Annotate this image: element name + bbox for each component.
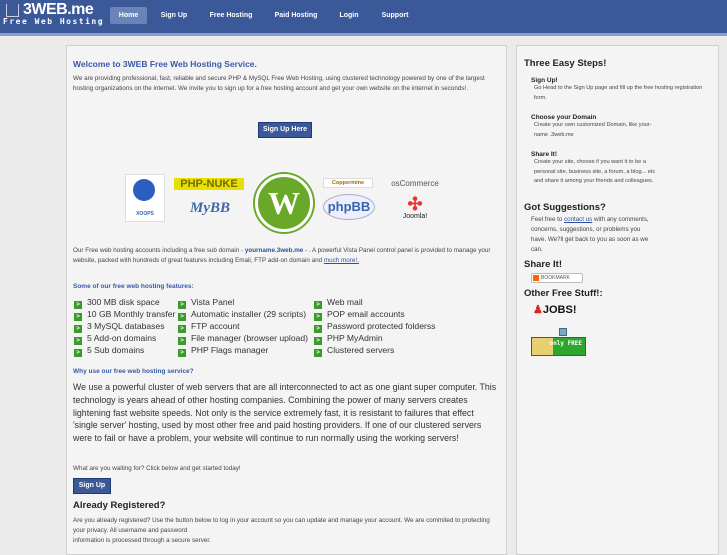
intro-text: We are providing professional, fast, rel… bbox=[73, 75, 485, 92]
step-text: Create your own customized Domain, like … bbox=[534, 122, 652, 138]
feature-item: >3 MySQL databases bbox=[74, 320, 165, 333]
feature-label: 5 Add-on domains bbox=[87, 333, 157, 343]
step-title: Share It! bbox=[531, 151, 558, 158]
logo-phpbb: phpBB bbox=[323, 194, 375, 220]
xoops-icon bbox=[133, 179, 155, 201]
waiting-text: What are you waiting for? Click below an… bbox=[73, 465, 241, 472]
feature-item: >5 Add-on domains bbox=[74, 332, 157, 345]
bookmark-button[interactable]: BOOKMARK bbox=[531, 273, 583, 283]
nav-support[interactable]: Support bbox=[375, 7, 415, 24]
nav-login[interactable]: Login bbox=[333, 7, 365, 24]
only-free-banner[interactable]: only FREE bbox=[531, 337, 586, 356]
logo-coppermine: Coppermine bbox=[323, 178, 373, 188]
feature-label: PHP MyAdmin bbox=[327, 333, 383, 343]
why-heading: Why use our free web hosting service? bbox=[73, 368, 194, 375]
feature-label: Vista Panel bbox=[191, 297, 235, 307]
arrow-bullet-icon: > bbox=[178, 349, 186, 357]
already-text-1: Are you already registered? Use the butt… bbox=[73, 517, 490, 534]
feature-item: >5 Sub domains bbox=[74, 344, 145, 357]
feature-item: > Web mail bbox=[314, 296, 363, 309]
feature-label: 3 MySQL databases bbox=[87, 321, 165, 331]
feature-item: > File manager (browser upload) bbox=[178, 332, 309, 345]
feature-item: > POP email accounts bbox=[314, 308, 405, 321]
other-heading: Other Free Stuff!: bbox=[524, 288, 603, 299]
logo-wordpress: W bbox=[255, 174, 313, 232]
why-text: We use a powerful cluster of web servers… bbox=[73, 382, 497, 444]
feature-label: Password protected folderss bbox=[327, 321, 436, 331]
step-title: Choose your Domain bbox=[531, 114, 597, 121]
sign-up-button[interactable]: Sign Up bbox=[73, 478, 111, 494]
site-logo[interactable]: 3WEB.me Free Web Hosting bbox=[3, 1, 104, 26]
feature-label: POP email accounts bbox=[327, 309, 405, 319]
feature-item: >300 MB disk space bbox=[74, 296, 160, 309]
step-1: Sign Up! Go Head to the Sign Up page and… bbox=[531, 77, 716, 103]
feature-label: 10 GB Monthly transfer bbox=[87, 309, 176, 319]
main-content: Welcome to 3WEB Free Web Hosting Service… bbox=[66, 45, 507, 555]
step-title: Sign Up! bbox=[531, 77, 558, 84]
feature-item: > PHP Flags manager bbox=[178, 344, 269, 357]
nav-home[interactable]: Home bbox=[110, 7, 147, 24]
step-2: Choose your Domain Create your own custo… bbox=[531, 114, 661, 140]
suggestions-text: Feel free to contact us with any comment… bbox=[531, 215, 649, 255]
logo-title: 3WEB.me bbox=[3, 1, 104, 19]
nav-paid-hosting[interactable]: Paid Hosting bbox=[270, 7, 322, 24]
step-text: Go Head to the Sign Up page and fill up … bbox=[534, 85, 703, 101]
bookmark-icon bbox=[533, 275, 539, 281]
already-registered-text: Are you already registered? Use the butt… bbox=[73, 516, 498, 546]
feature-item: > Clustered servers bbox=[314, 344, 395, 357]
logo-phpnuke: PHP-NUKE bbox=[174, 178, 244, 190]
much-more-link[interactable]: much more!. bbox=[324, 257, 359, 264]
suggestions-heading: Got Suggestions? bbox=[524, 202, 606, 213]
feature-label: 5 Sub domains bbox=[87, 345, 145, 355]
feature-item: > Password protected folderss bbox=[314, 320, 436, 333]
joomla-icon: ✣ bbox=[407, 194, 423, 214]
feature-label: 300 MB disk space bbox=[87, 297, 160, 307]
logo-oscommerce: osCommerce bbox=[391, 179, 439, 188]
features-heading: Some of our free web hosting features: bbox=[73, 283, 194, 290]
sugg-text-1: Feel free to bbox=[531, 216, 565, 223]
feature-label: Clustered servers bbox=[327, 345, 395, 355]
step-text: Create your site, choose if you want it … bbox=[534, 159, 656, 184]
logo-joomla: Joomla! bbox=[402, 213, 428, 220]
feature-item: >10 GB Monthly transfer bbox=[74, 308, 176, 321]
jobs-person-icon: ♟ bbox=[533, 304, 543, 316]
nav-free-hosting[interactable]: Free Hosting bbox=[204, 7, 258, 24]
feature-item: > Automatic installer (29 scripts) bbox=[178, 308, 307, 321]
jobs-label: JOBS! bbox=[542, 304, 577, 316]
logo-mybb: MyBB bbox=[189, 200, 230, 216]
feature-item: > FTP account bbox=[178, 320, 240, 333]
arrow-bullet-icon: > bbox=[314, 349, 322, 357]
subdomain-text: Our Free web hosting accounts including … bbox=[73, 246, 498, 266]
share-heading: Share It! bbox=[524, 259, 563, 270]
feature-label: PHP Flags manager bbox=[191, 345, 269, 355]
feature-item: > Vista Panel bbox=[178, 296, 235, 309]
already-registered-heading: Already Registered? bbox=[73, 500, 166, 511]
arrow-bullet-icon: > bbox=[74, 349, 82, 357]
nav-sign-up[interactable]: Sign Up bbox=[155, 7, 193, 24]
welcome-title: Welcome to 3WEB Free Web Hosting Service… bbox=[73, 59, 257, 69]
sign-up-here-button[interactable]: Sign Up Here bbox=[258, 122, 312, 138]
jobs-banner[interactable]: ♟JOBS! bbox=[533, 303, 577, 316]
feature-label: Web mail bbox=[327, 297, 363, 307]
feature-label: File manager (browser upload) bbox=[191, 333, 309, 343]
small-image-icon bbox=[559, 328, 567, 336]
already-text-2: information is processed through a secur… bbox=[73, 537, 211, 544]
contact-us-link[interactable]: contact us bbox=[564, 216, 592, 223]
feature-item: > PHP MyAdmin bbox=[314, 332, 383, 345]
subdomain-example: yourname.3web.me bbox=[244, 247, 304, 254]
header-divider bbox=[0, 33, 727, 36]
feature-label: Automatic installer (29 scripts) bbox=[191, 309, 307, 319]
subdomain-text-1: Our Free web hosting accounts including … bbox=[73, 247, 245, 254]
bookmark-label: BOOKMARK bbox=[541, 275, 570, 281]
sidebar: Three Easy Steps! Sign Up! Go Head to th… bbox=[516, 45, 719, 555]
steps-heading: Three Easy Steps! bbox=[524, 58, 607, 69]
step-3: Share It! Create your site, choose if yo… bbox=[531, 151, 661, 187]
feature-label: FTP account bbox=[191, 321, 240, 331]
